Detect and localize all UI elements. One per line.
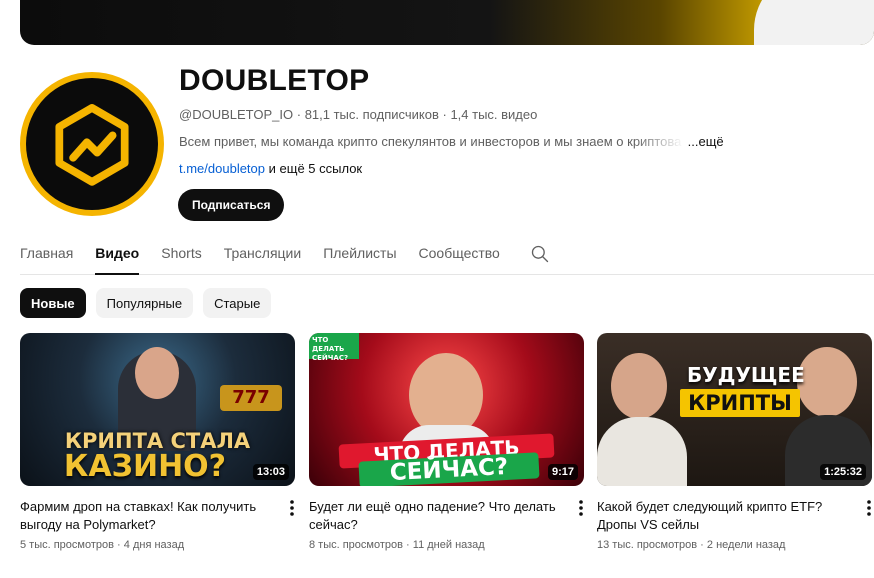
channel-avatar[interactable] [20,72,164,216]
meta-separator: · [700,539,707,551]
channel-handle: @DOUBLETOP_IO [179,107,294,122]
video-title[interactable]: Какой будет следующий крипто ETF? Дропы … [597,498,847,534]
chip-popular[interactable]: Популярные [95,288,194,318]
video-views: 8 тыс. просмотров [309,539,403,551]
more-links[interactable]: и ещё 5 ссылок [269,161,362,176]
tab-home[interactable]: Главная [20,240,73,275]
video-title[interactable]: Будет ли ещё одно падение? Что делать се… [309,498,559,534]
avatar-logo [26,78,158,210]
video-duration: 1:25:32 [820,464,866,480]
video-thumbnail[interactable]: ЧТО ДЕЛАТЬ СЕЙЧАС? ЧТО ДЕЛАТЬ СЕЙЧАС? 9:… [309,333,584,486]
tab-community[interactable]: Сообщество [419,240,500,275]
video-views: 5 тыс. просмотров [20,539,114,551]
video-count: 1,4 тыс. видео [450,107,538,122]
description-more-button[interactable]: ...ещё [688,134,724,149]
description-text: Всем привет, мы команда крипто спекулянт… [179,134,682,149]
tab-shorts[interactable]: Shorts [161,240,201,275]
video-title[interactable]: Фармим дроп на ставках! Как получить выг… [20,498,270,534]
more-options-icon[interactable] [287,498,297,518]
subscriber-count: 81,1 тыс. подписчиков [304,107,439,122]
video-age: 2 недели назад [706,539,786,551]
banner-person-image [754,0,874,45]
channel-link[interactable]: t.me/doubletop [179,161,265,176]
meta-separator: · [117,539,124,551]
video-duration: 13:03 [252,464,289,480]
channel-tabs: Главная Видео Shorts Трансляции Плейлист… [20,240,874,275]
meta-separator: · [296,107,305,122]
chip-oldest[interactable]: Старые [203,288,272,318]
channel-banner [20,0,874,45]
video-age: 11 дней назад [412,539,485,551]
more-options-icon[interactable] [576,498,586,518]
thumbnail-overlay-line2: КАЗИНО? [63,449,227,484]
tab-live[interactable]: Трансляции [224,240,301,275]
video-views: 13 тыс. просмотров [597,539,698,551]
channel-name: DOUBLETOP [179,64,370,97]
channel-description[interactable]: Всем привет, мы команда крипто спекулянт… [179,134,724,149]
chip-newest[interactable]: Новые [20,288,86,318]
meta-separator: · [406,539,413,551]
video-meta: 13 тыс. просмотров · 2 недели назад [597,539,872,551]
thumbnail-overlay-line1: БУДУЩЕЕ [687,363,805,387]
video-thumbnail[interactable]: БУДУЩЕЕ КРИПТЫ 1:25:32 [597,333,872,486]
video-meta: 5 тыс. просмотров · 4 дня назад [20,539,295,551]
tab-playlists[interactable]: Плейлисты [323,240,396,275]
subscribe-button[interactable]: Подписаться [178,189,285,221]
doubletop-logo-icon [55,104,129,186]
channel-meta: @DOUBLETOP_IO · 81,1 тыс. подписчиков · … [179,107,537,122]
video-card[interactable]: ЧТО ДЕЛАТЬ СЕЙЧАС? ЧТО ДЕЛАТЬ СЕЙЧАС? 9:… [309,333,584,551]
video-thumbnail[interactable]: 777 КРИПТА СТАЛА КАЗИНО? 13:03 [20,333,295,486]
video-card[interactable]: 777 КРИПТА СТАЛА КАЗИНО? 13:03 Фармим др… [20,333,295,551]
video-card[interactable]: БУДУЩЕЕ КРИПТЫ 1:25:32 Какой будет следу… [597,333,872,551]
video-meta: 8 тыс. просмотров · 11 дней назад [309,539,584,551]
video-duration: 9:17 [547,464,578,480]
sort-chips: Новые Популярные Старые [20,288,272,318]
search-icon[interactable] [530,244,550,274]
thumbnail-overlay-line2: КРИПТЫ [680,389,800,417]
thumbnail-corner-tag: ЧТО ДЕЛАТЬ СЕЙЧАС? [309,333,359,362]
more-options-icon[interactable] [864,498,874,518]
video-age: 4 дня назад [123,539,185,551]
tab-videos[interactable]: Видео [95,240,140,275]
channel-links: t.me/doubletop и ещё 5 ссылок [179,161,362,176]
